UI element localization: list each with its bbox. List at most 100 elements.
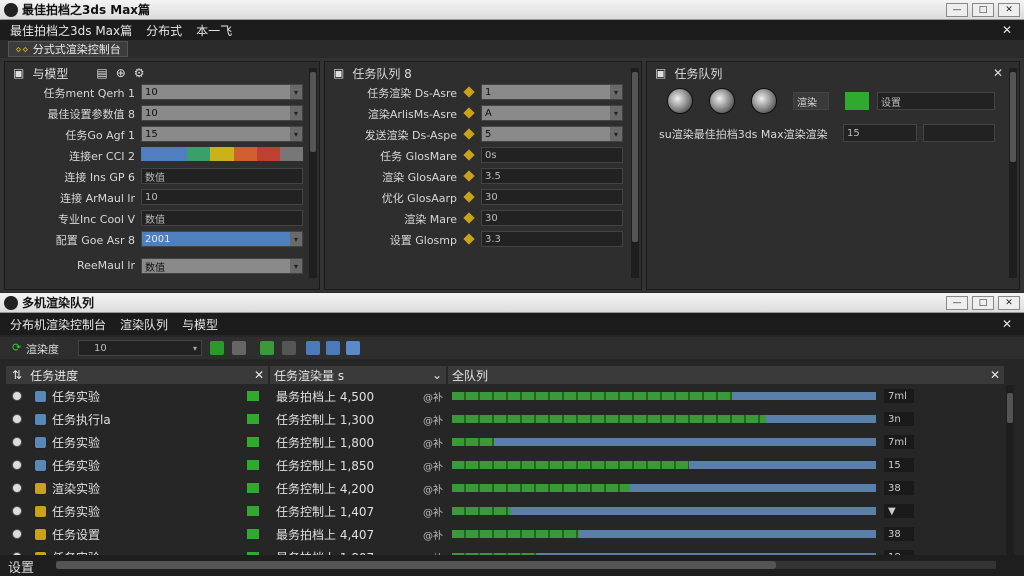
left-value-4: 数值 (145, 172, 165, 184)
table-scrollbar[interactable] (1006, 385, 1014, 555)
menu-item-distributed[interactable]: 分布式 (146, 22, 182, 39)
render-sphere-icon-3[interactable] (751, 88, 777, 114)
mid-field-4[interactable]: 3.5 (481, 168, 623, 184)
desc-field[interactable]: 15 (843, 124, 917, 142)
keyframe-icon[interactable] (463, 191, 475, 203)
menu-item-extra[interactable]: 本一飞 (196, 22, 232, 39)
close-button[interactable]: ✕ (998, 2, 1020, 17)
table-row[interactable]: 任务实验 最务拍档上 4,500 @补 7ml (0, 384, 1005, 408)
pin-icon[interactable]: ✕ (993, 66, 1003, 80)
close-icon[interactable]: ✕ (1002, 317, 1012, 331)
menu-item-console[interactable]: 分布机渲染控制台 (10, 316, 106, 333)
color-stop (164, 147, 188, 161)
status-dot[interactable] (12, 460, 22, 470)
status-dot[interactable] (12, 506, 22, 516)
left-field-8[interactable]: 数值 ▾ (141, 258, 303, 274)
settings-field[interactable]: 设置 (877, 92, 995, 110)
close-icon[interactable]: ✕ (990, 368, 1000, 382)
status-dot[interactable] (12, 414, 22, 424)
tool-icon-6[interactable] (326, 341, 340, 355)
mid-label-2: 发送渲染 Ds-Aspe (364, 129, 457, 142)
middle-scrollbar[interactable] (631, 68, 639, 278)
toolbar-icon-b[interactable]: ⊕ (116, 66, 126, 80)
keyframe-icon[interactable] (463, 107, 475, 119)
table-header-status[interactable]: 任务渲染量 s ⌄ (270, 366, 446, 384)
queue-minimize-button[interactable]: — (946, 295, 968, 310)
left-field-1[interactable]: 10 ▾ (141, 105, 303, 121)
tool-icon-3[interactable] (260, 341, 274, 355)
left-field-4[interactable]: 数值 (141, 168, 303, 184)
right-scrollbar[interactable] (1009, 68, 1017, 278)
status-dot[interactable] (12, 391, 22, 401)
progress-remaining (689, 461, 876, 469)
left-field-5[interactable]: 10 (141, 189, 303, 205)
left-field-6[interactable]: 数值 (141, 210, 303, 226)
menu-item-main[interactable]: 最佳拍档之3ds Max篇 (10, 22, 132, 39)
table-row[interactable]: 任务实验 任务控制上 1,407 @补 ▼ (0, 499, 1005, 523)
menu-item-model[interactable]: 与模型 (182, 316, 218, 333)
tool-icon-4[interactable] (282, 341, 296, 355)
mid-field-5[interactable]: 30 (481, 189, 623, 205)
color-stop (210, 147, 234, 161)
chevron-down-icon[interactable]: ▾ (610, 127, 622, 141)
footer-label[interactable]: 设置 (8, 557, 34, 576)
render-button[interactable]: 渲染 (793, 92, 829, 110)
horizontal-scrollbar[interactable] (56, 561, 996, 569)
chevron-down-icon[interactable]: ▾ (290, 127, 302, 141)
mid-field-6[interactable]: 30 (481, 210, 623, 226)
keyframe-icon[interactable] (463, 86, 475, 98)
keyframe-icon[interactable] (463, 212, 475, 224)
menu-item-queue[interactable]: 渲染队列 (120, 316, 168, 333)
table-row[interactable]: 任务实验 任务控制上 1,800 @补 7ml (0, 430, 1005, 454)
tool-icon-5[interactable] (306, 341, 320, 355)
left-field-7[interactable]: 2001 ▾ (141, 231, 303, 247)
render-sphere-icon-2[interactable] (709, 88, 735, 114)
toolbar-icon-c[interactable]: ⚙ (134, 66, 145, 80)
chevron-down-icon[interactable]: ▾ (290, 106, 302, 120)
keyframe-icon[interactable] (463, 233, 475, 245)
keyframe-icon[interactable] (463, 149, 475, 161)
color-ramp[interactable] (141, 147, 303, 161)
table-row[interactable]: 任务实验 任务控制上 1,850 @补 15 (0, 453, 1005, 477)
refresh-icon[interactable]: ⟳ (12, 341, 21, 354)
maximize-button[interactable]: □ (972, 2, 994, 17)
left-scrollbar[interactable] (309, 68, 317, 278)
mid-field-0[interactable]: 1 ▾ (481, 84, 623, 100)
status-dot[interactable] (12, 483, 22, 493)
chevron-down-icon[interactable]: ▾ (290, 259, 302, 273)
mid-field-2[interactable]: 5 ▾ (481, 126, 623, 142)
chevron-down-icon[interactable]: ▾ (290, 232, 302, 246)
close-icon[interactable]: ✕ (1002, 23, 1012, 37)
filter-label: 渲染度 (26, 343, 59, 356)
toolbar-icon-a[interactable]: ▤ (96, 66, 107, 80)
left-value-2: 15 (145, 128, 158, 140)
mid-field-3[interactable]: 0s (481, 147, 623, 163)
desc-field-2[interactable] (923, 124, 995, 142)
close-icon[interactable]: ✕ (254, 368, 264, 382)
minimize-button[interactable]: — (946, 2, 968, 17)
status-dot[interactable] (12, 437, 22, 447)
table-header-task[interactable]: ⇅ 任务进度 ✕ (6, 366, 268, 384)
mid-field-1[interactable]: A ▾ (481, 105, 623, 121)
tool-icon-7[interactable] (346, 341, 360, 355)
tab-distributed-console[interactable]: ⋄⋄ 分式式渲染控制台 (8, 41, 128, 57)
keyframe-icon[interactable] (463, 128, 475, 140)
chevron-down-icon[interactable]: ▾ (290, 85, 302, 99)
tool-icon-1[interactable] (210, 341, 224, 355)
chevron-down-icon[interactable]: ▾ (610, 85, 622, 99)
queue-close-button[interactable]: ✕ (998, 295, 1020, 310)
queue-maximize-button[interactable]: □ (972, 295, 994, 310)
table-row[interactable]: 任务设置 最务拍档上 4,407 @补 38 (0, 522, 1005, 546)
filter-select[interactable]: 10 ▾ (78, 340, 202, 356)
left-field-0[interactable]: 10 ▾ (141, 84, 303, 100)
mid-field-7[interactable]: 3.3 (481, 231, 623, 247)
left-field-2[interactable]: 15 ▾ (141, 126, 303, 142)
table-row[interactable]: 任务执行la 任务控制上 1,300 @补 3n (0, 407, 1005, 431)
tool-icon-2[interactable] (232, 341, 246, 355)
table-row[interactable]: 渲染实验 任务控制上 4,200 @补 38 (0, 476, 1005, 500)
chevron-down-icon[interactable]: ▾ (610, 106, 622, 120)
status-dot[interactable] (12, 529, 22, 539)
render-sphere-icon-1[interactable] (667, 88, 693, 114)
table-header-progress[interactable]: 全队列 ✕ (448, 366, 1004, 384)
keyframe-icon[interactable] (463, 170, 475, 182)
